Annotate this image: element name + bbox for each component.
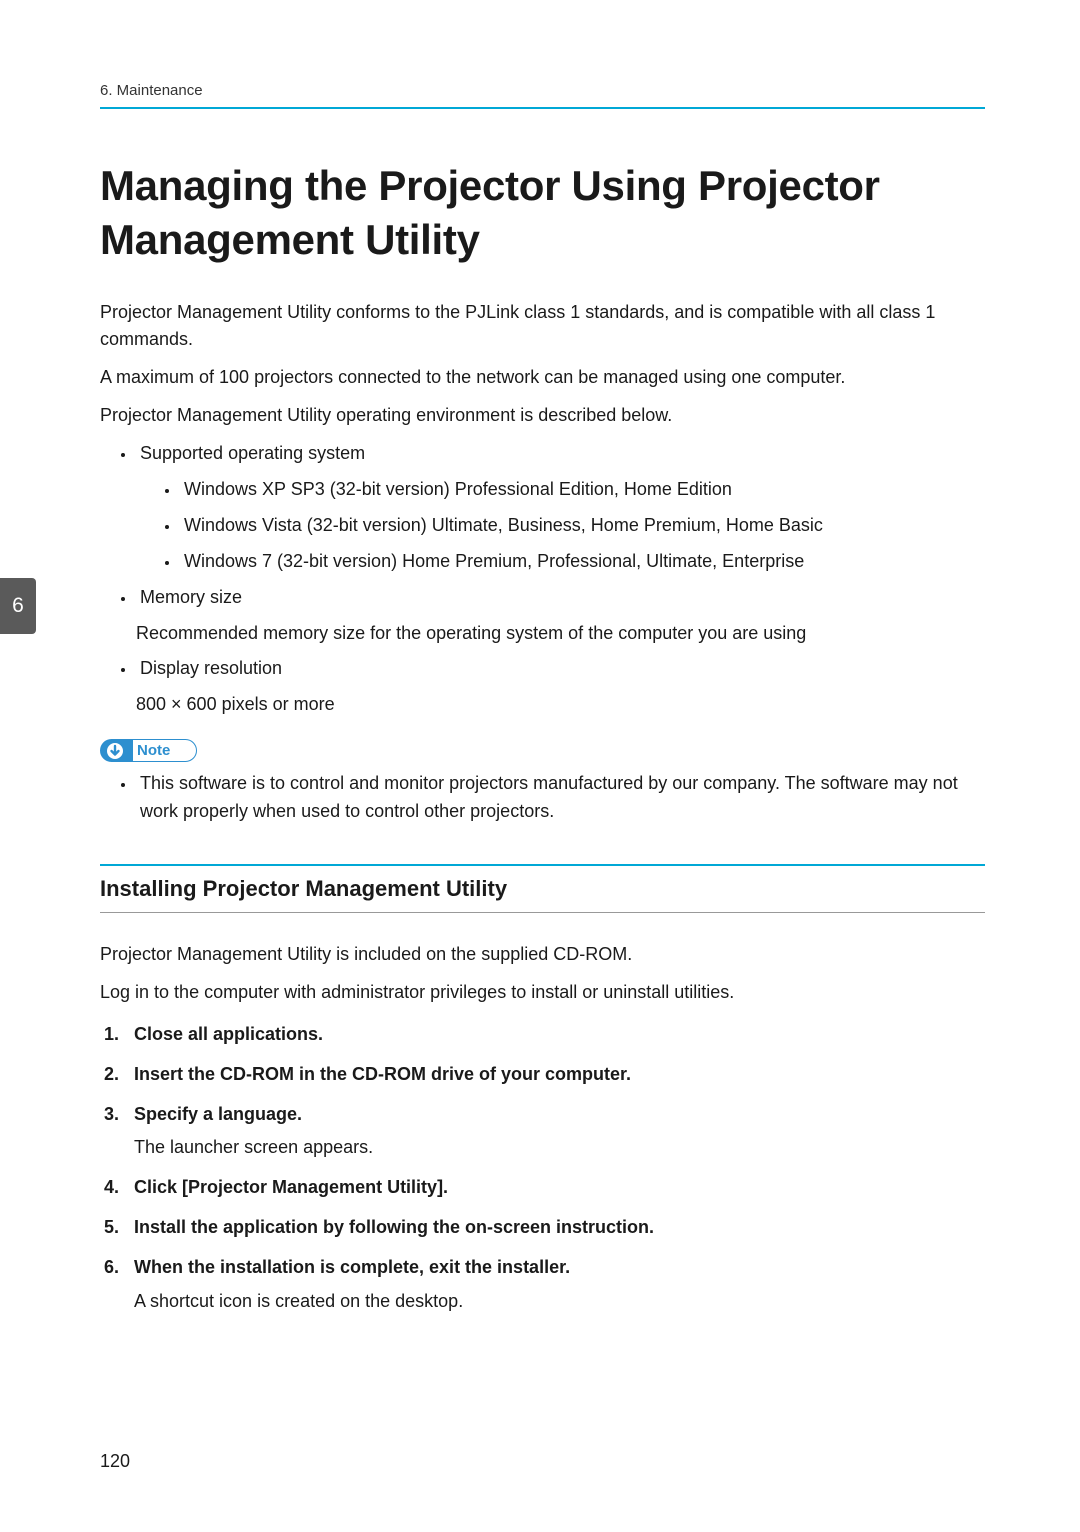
step-3-sub: The launcher screen appears. [134,1134,985,1162]
env-memory-desc: Recommended memory size for the operatin… [136,620,985,648]
section-paragraph-1: Projector Management Utility is included… [100,941,985,969]
note-label-text: Note [137,742,170,759]
env-memory: Memory size [136,584,985,612]
intro-paragraph-3: Projector Management Utility operating e… [100,402,985,430]
step-2: Insert the CD-ROM in the CD-ROM drive of… [124,1061,985,1089]
section-heading: Installing Projector Management Utility [100,864,985,913]
step-6-text: When the installation is complete, exit … [134,1257,570,1277]
env-memory-label: Memory size [140,587,242,607]
down-arrow-icon [107,743,129,759]
env-os-label: Supported operating system [140,443,365,463]
env-display-desc: 800 × 600 pixels or more [136,691,985,719]
environment-list-cont: Display resolution [100,655,985,683]
step-3: Specify a language. The launcher screen … [124,1101,985,1163]
note-item-1: This software is to control and monitor … [136,770,985,826]
page-title: Managing the Projector Using Projector M… [100,159,985,267]
env-os-vista: Windows Vista (32-bit version) Ultimate,… [180,512,985,540]
step-5: Install the application by following the… [124,1214,985,1242]
environment-list: Supported operating system Windows XP SP… [100,440,985,611]
note-list: This software is to control and monitor … [100,770,985,826]
step-6-sub: A shortcut icon is created on the deskto… [134,1288,985,1316]
env-os: Supported operating system Windows XP SP… [136,440,985,576]
intro-paragraph-2: A maximum of 100 projectors connected to… [100,364,985,392]
step-4: Click [Projector Management Utility]. [124,1174,985,1202]
step-6: When the installation is complete, exit … [124,1254,985,1316]
chapter-tab: 6 [0,578,36,634]
page-content: 6. Maintenance Managing the Projector Us… [0,0,1080,1316]
install-steps: Close all applications. Insert the CD-RO… [100,1021,985,1316]
step-3-text: Specify a language. [134,1104,302,1124]
env-os-win7: Windows 7 (32-bit version) Home Premium,… [180,548,985,576]
section-paragraph-2: Log in to the computer with administrato… [100,979,985,1007]
step-1: Close all applications. [124,1021,985,1049]
env-os-sublist: Windows XP SP3 (32-bit version) Professi… [140,476,985,576]
intro-paragraph-1: Projector Management Utility conforms to… [100,299,985,355]
env-display: Display resolution [136,655,985,683]
note-badge: Note [100,739,197,762]
running-header: 6. Maintenance [100,82,985,109]
page-number: 120 [100,1451,130,1472]
env-os-xp: Windows XP SP3 (32-bit version) Professi… [180,476,985,504]
env-display-label: Display resolution [140,658,282,678]
